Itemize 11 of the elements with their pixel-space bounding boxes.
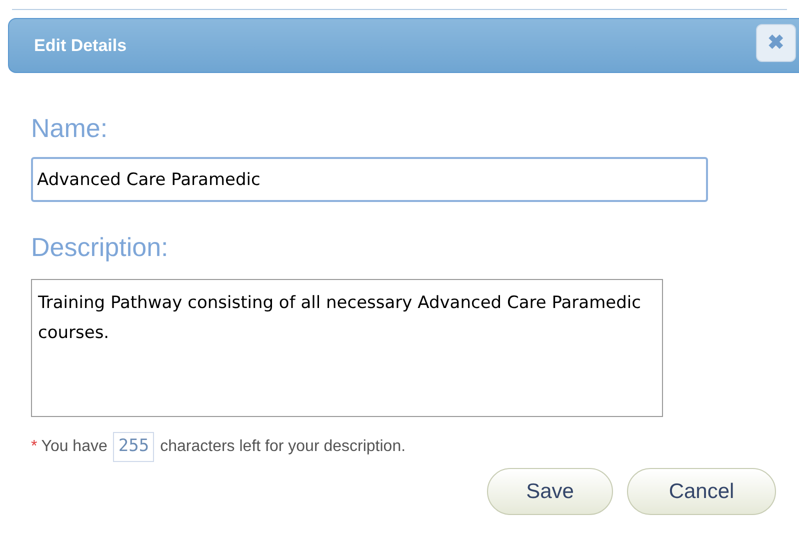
field-label: Name: (31, 113, 109, 143)
save-button[interactable]: Save (487, 468, 613, 515)
character-count: 255 (113, 432, 154, 462)
cancel-button[interactable]: Cancel (627, 468, 776, 515)
dialog-title: Edit Details (34, 34, 127, 57)
field-label: Description: (31, 232, 170, 262)
description-field[interactable]: Training Pathway consisting of all necessary Advanced Care Paramedic courses. (31, 279, 663, 417)
counter-suffix: characters left for your description. (160, 437, 406, 457)
counter-prefix: You have (41, 437, 108, 457)
required-mark: * (31, 437, 38, 457)
name-field[interactable]: Advanced Care Paramedic (31, 157, 708, 202)
